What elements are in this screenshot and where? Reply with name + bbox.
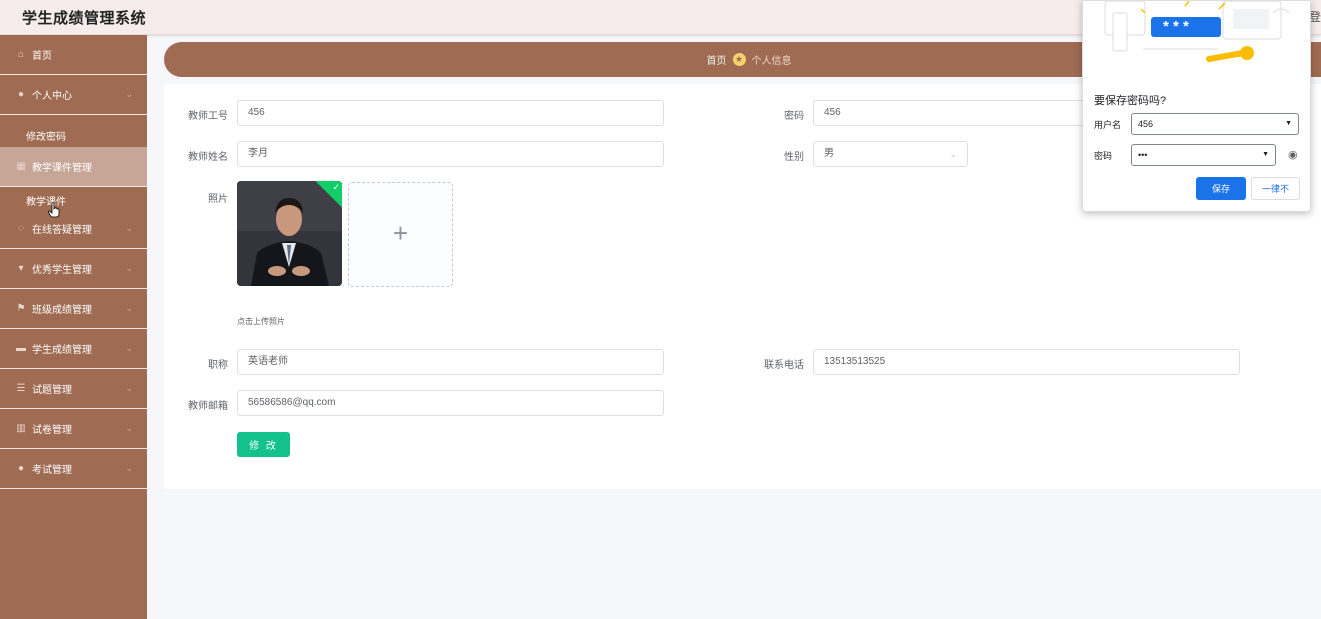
grid-icon: ▦: [16, 160, 26, 172]
home-icon: ⌂: [17, 48, 25, 60]
teacher-photo[interactable]: ✓: [237, 181, 342, 286]
app-title: 学生成绩管理系统: [22, 10, 147, 27]
chevron-up-icon: ⌃: [125, 161, 133, 171]
check-icon: ✓: [332, 182, 340, 192]
photo-label: 照片: [208, 194, 228, 205]
teacher-portrait-image: [237, 181, 342, 286]
password-illustration: * * *: [1083, 1, 1312, 77]
email-field[interactable]: 56586586@qq.com: [237, 390, 664, 416]
sidebar-item-label: 教学课件管理: [32, 163, 92, 174]
sidebar-item-personal-center[interactable]: ● 个人中心 ⌄: [0, 75, 147, 115]
monitor-icon: ▬: [16, 342, 26, 354]
sidebar-item-online-qa[interactable]: ◌ 在线答疑管理 ⌄: [0, 209, 147, 249]
sidebar-item-label: 优秀学生管理: [32, 265, 92, 276]
phone-label: 联系电话: [764, 360, 804, 371]
flag-icon: ⚑: [16, 302, 26, 314]
chevron-down-icon: ⌄: [125, 303, 133, 313]
chevron-down-icon: ⌄: [949, 149, 957, 159]
sidebar-item-label: 个人中心: [32, 91, 72, 102]
sidebar-item-label: 学生成绩管理: [32, 345, 92, 356]
hand-cursor-icon: [48, 202, 60, 218]
sidebar-item-student-scores[interactable]: ▬ 学生成绩管理 ⌄: [0, 329, 147, 369]
plus-icon: +: [392, 218, 409, 248]
chevron-down-icon: ⌄: [125, 423, 133, 433]
chevron-down-icon: ⌄: [125, 383, 133, 393]
save-password-button[interactable]: 保存: [1196, 177, 1246, 200]
user-icon: ●: [17, 462, 25, 474]
dropdown-arrow-icon: ▼: [1262, 151, 1269, 158]
gender-select[interactable]: 男 ⌄: [813, 141, 968, 167]
sidebar-item-courseware-management[interactable]: ▦ 教学课件管理 ⌃: [0, 147, 147, 187]
phone-field[interactable]: 13513513525: [813, 349, 1240, 375]
username-label: 用户名: [1094, 120, 1122, 130]
submit-button[interactable]: 修 改: [237, 432, 290, 457]
sidebar-item-excellent-students[interactable]: ▾ 优秀学生管理 ⌄: [0, 249, 147, 289]
breadcrumb-current: 个人信息: [751, 56, 792, 67]
sidebar-item-questions[interactable]: ☰ 试题管理 ⌄: [0, 369, 147, 409]
sidebar-item-class-scores[interactable]: ⚑ 班级成绩管理 ⌄: [0, 289, 147, 329]
dropdown-arrow-icon: ▼: [1285, 120, 1292, 127]
save-password-dialog: * * * 要保存密码吗? 用户名 456 ▼ 密码 ••• ▼ ◉ 保存 一律…: [1082, 0, 1311, 212]
breadcrumb-home[interactable]: 首页: [707, 52, 727, 67]
sidebar-item-label: 试题管理: [32, 385, 72, 396]
sidebar-item-home[interactable]: ⌂ 首页: [0, 35, 147, 75]
user-icon: ●: [17, 88, 25, 100]
username-select[interactable]: 456 ▼: [1131, 113, 1299, 135]
chevron-down-icon: ⌄: [125, 263, 133, 273]
password-label: 密码: [784, 111, 804, 122]
job-title-field[interactable]: 英语老师: [237, 349, 664, 375]
teacher-name-label: 教师姓名: [188, 152, 228, 163]
popup-password-value: •••: [1138, 150, 1148, 160]
chevron-down-icon: ⌄: [125, 223, 133, 233]
sidebar-item-exams[interactable]: ● 考试管理 ⌄: [0, 449, 147, 489]
teacher-name-field[interactable]: 李月: [237, 141, 664, 167]
sidebar-item-papers[interactable]: ▥ 试卷管理 ⌄: [0, 409, 147, 449]
chevron-down-icon: ⌄: [125, 463, 133, 473]
upload-photo-button[interactable]: +: [348, 182, 453, 287]
sidebar-subitem-change-password[interactable]: 修改密码: [0, 115, 147, 147]
sidebar-item-label: 考试管理: [32, 465, 72, 476]
eye-icon[interactable]: ◉: [1288, 148, 1298, 161]
email-label: 教师邮箱: [188, 401, 228, 412]
sidebar-subitem-courseware[interactable]: 教学课件: [0, 187, 147, 209]
never-save-button[interactable]: 一律不: [1251, 177, 1300, 200]
star-icon: ★: [732, 53, 746, 66]
gender-label: 性别: [784, 152, 804, 163]
sidebar-item-label: 班级成绩管理: [32, 305, 92, 316]
job-title-label: 职称: [208, 360, 228, 371]
teacher-id-field[interactable]: 456: [237, 100, 664, 126]
gender-value: 男: [824, 148, 834, 159]
popup-password-select[interactable]: ••• ▼: [1131, 144, 1276, 166]
password-mask-illustration: * * *: [1163, 18, 1189, 35]
chat-icon: ◌: [18, 222, 24, 234]
sidebar-item-label: 首页: [32, 51, 52, 62]
sidebar-item-label: 试卷管理: [32, 425, 72, 436]
sidebar-item-label: 在线答疑管理: [32, 225, 92, 236]
teacher-id-label: 教师工号: [188, 111, 228, 122]
sidebar: ⌂ 首页 ● 个人中心 ⌄ 修改密码 ▦ 教学课件管理 ⌃ 教学课件 ◌ 在线答…: [0, 35, 147, 619]
popup-password-label: 密码: [1094, 151, 1113, 161]
trophy-icon: ▾: [18, 262, 24, 274]
upload-tip: 点击上传照片: [237, 317, 285, 326]
sidebar-item-label: 修改密码: [26, 131, 66, 143]
username-value: 456: [1138, 119, 1154, 129]
sidebar-item-label: 教学课件: [26, 196, 66, 208]
save-password-title: 要保存密码吗?: [1094, 95, 1167, 107]
chevron-down-icon: ⌄: [125, 343, 133, 353]
list-icon: ☰: [16, 382, 26, 394]
chevron-down-icon: ⌄: [125, 89, 133, 99]
bar-chart-icon: ▥: [16, 422, 26, 434]
